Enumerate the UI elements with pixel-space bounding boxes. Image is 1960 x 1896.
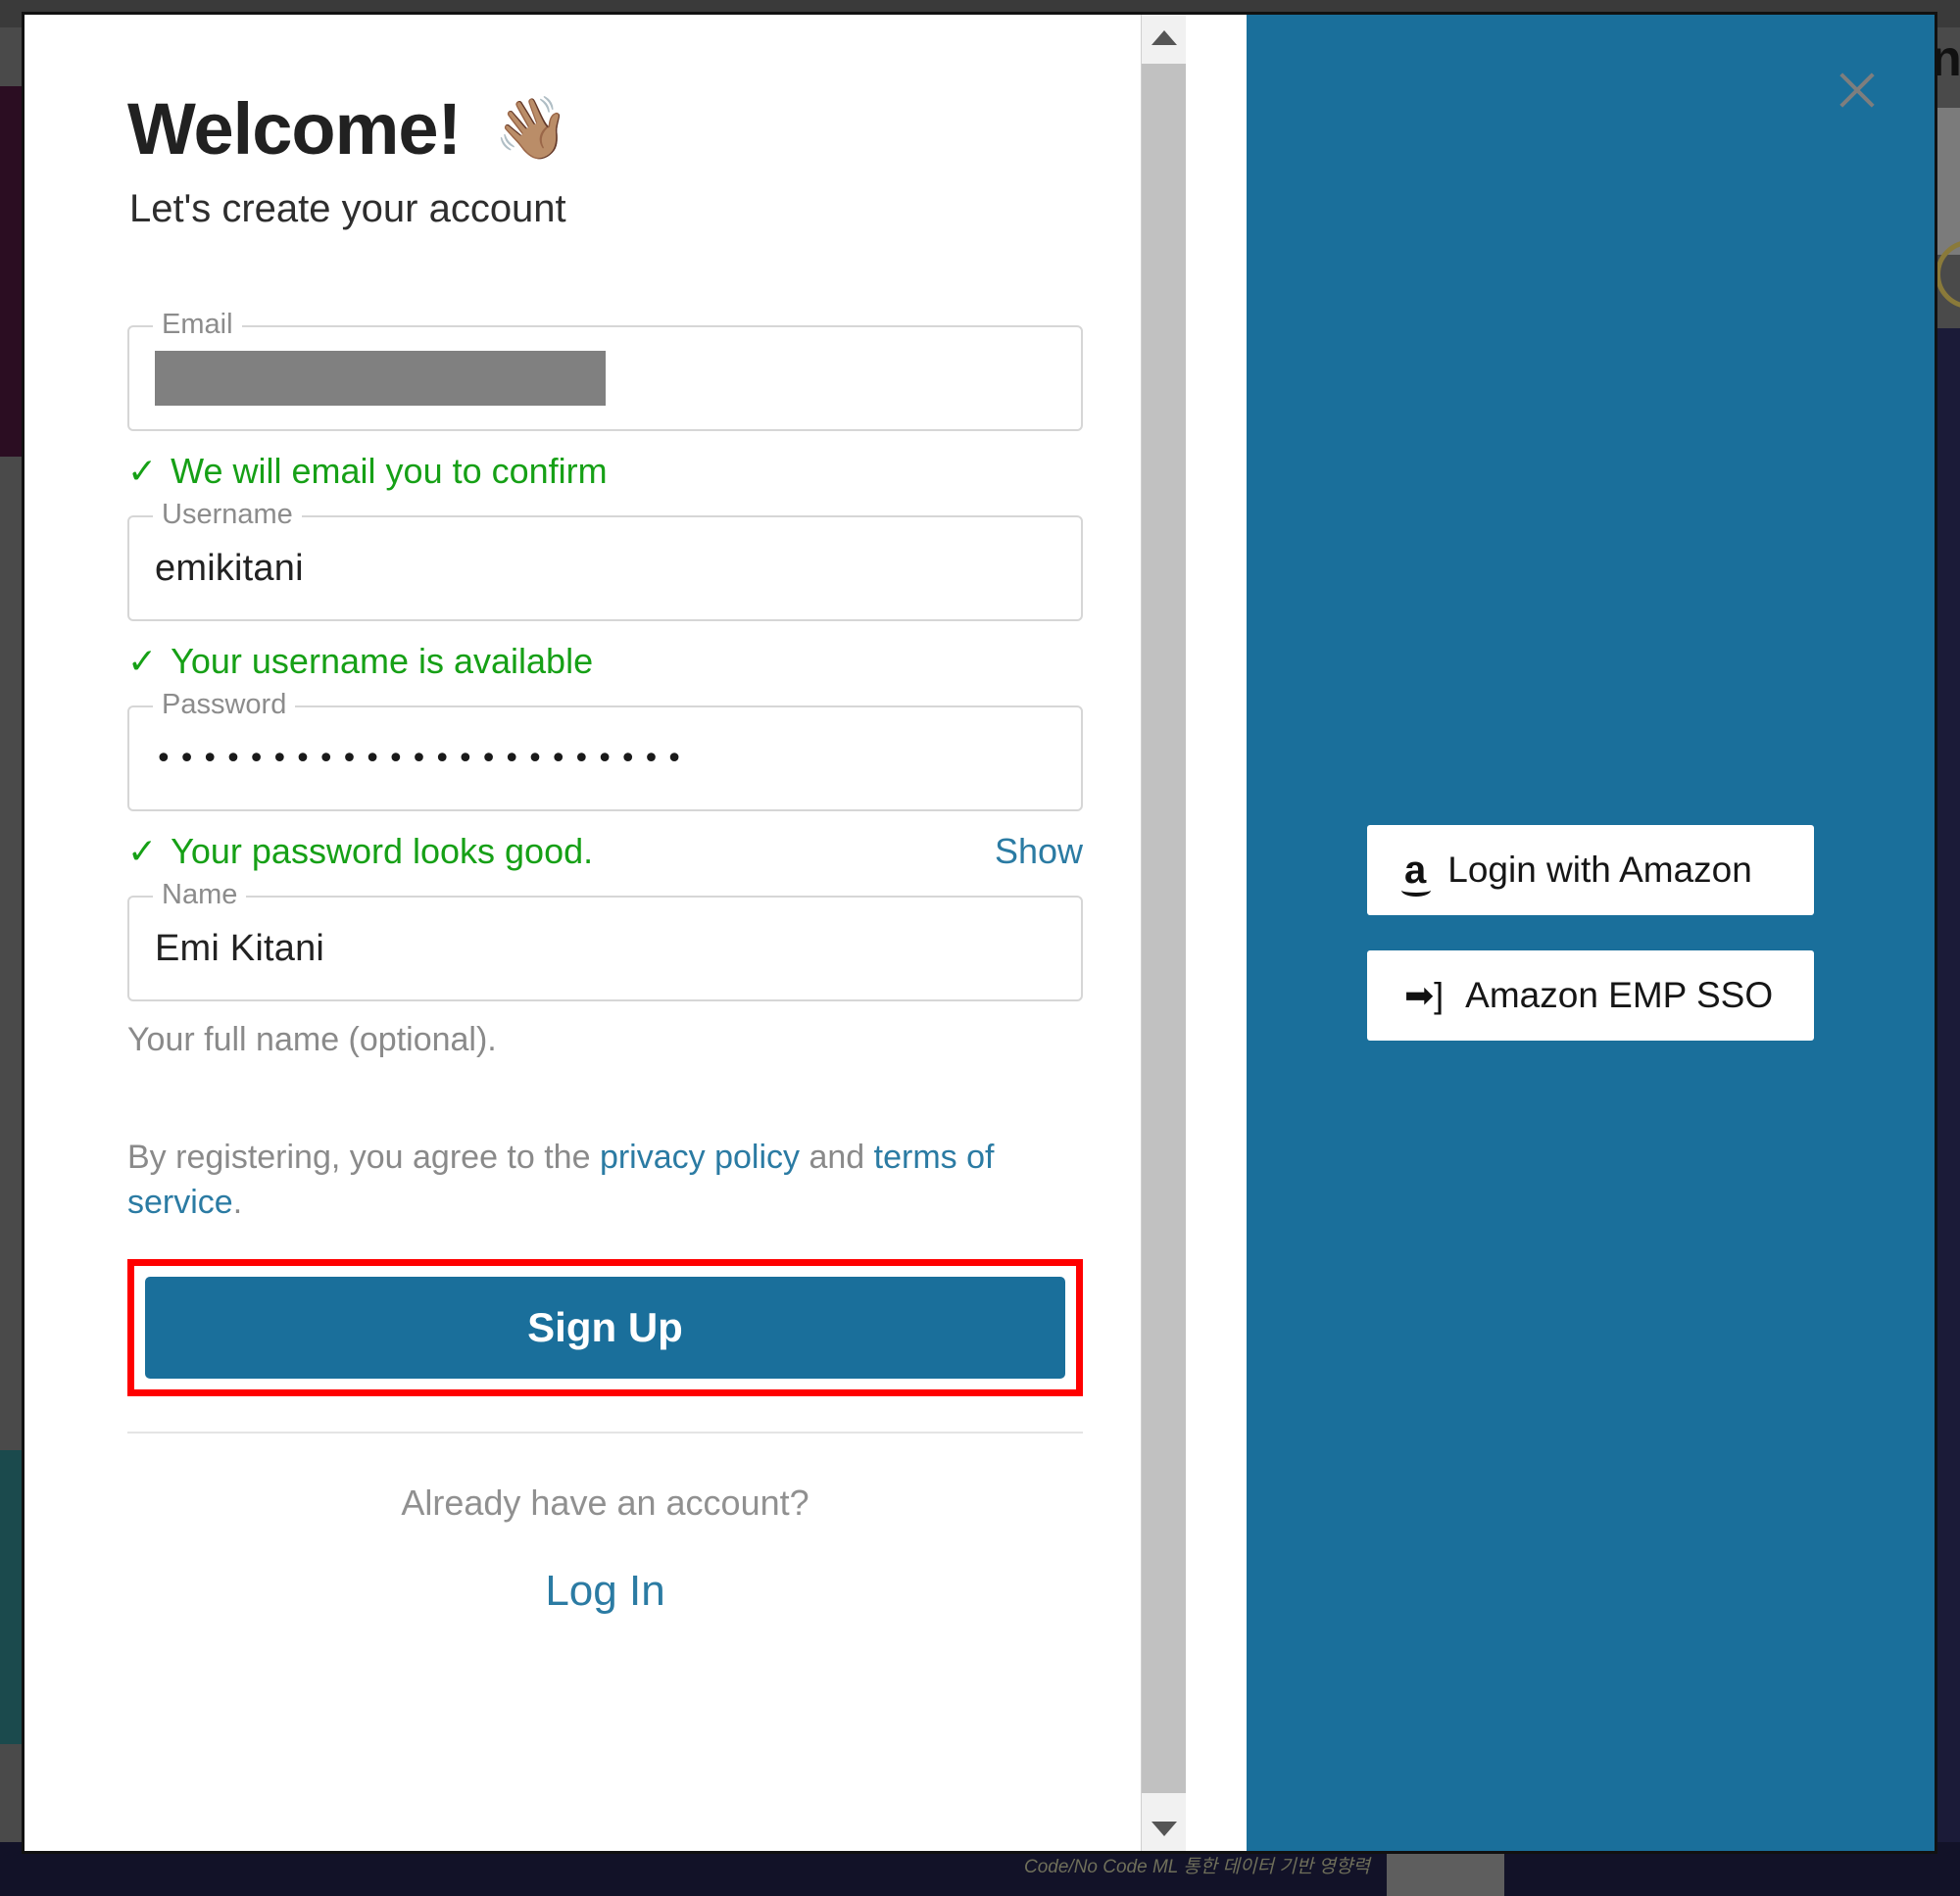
login-link[interactable]: Log In [24, 1567, 1186, 1616]
signup-button-highlight: Sign Up [127, 1258, 1083, 1396]
username-input[interactable]: Username emikitani [127, 501, 1083, 621]
password-hint-text: Your password looks good. [171, 831, 594, 871]
amazon-a-icon: a [1400, 849, 1432, 897]
scroll-down-arrow[interactable] [1142, 1806, 1186, 1851]
page-title: Welcome! [127, 88, 462, 170]
triangle-up-icon [1152, 29, 1177, 45]
name-value: Emi Kitani [155, 927, 325, 969]
email-success-hint: ✓ We will email you to confirm [127, 451, 608, 492]
check-icon: ✓ [127, 451, 158, 491]
panel-white-gutter [1186, 15, 1247, 1851]
legal-text: By registering, you agree to the privacy… [24, 1136, 1186, 1226]
legal-suffix: . [232, 1183, 243, 1221]
amazon-emp-sso-label: Amazon EMP SSO [1465, 975, 1774, 1015]
email-redaction-overlay [155, 351, 606, 406]
username-hint-text: Your username is available [171, 641, 594, 681]
password-field-group: Password ••••••••••••••••••••••• [127, 691, 1083, 811]
password-label: Password [153, 691, 296, 719]
show-password-toggle[interactable]: Show [995, 831, 1083, 872]
name-hint-text: Your full name (optional). [127, 1021, 497, 1058]
signup-button[interactable]: Sign Up [145, 1276, 1065, 1379]
sso-side-panel: a Login with Amazon ➡] Amazon EMP SSO [1186, 15, 1935, 1851]
sso-button-list: a Login with Amazon ➡] Amazon EMP SSO [1367, 825, 1814, 1041]
password-input[interactable]: Password ••••••••••••••••••••••• [127, 691, 1083, 811]
background-caption: Code/No Code ML 통한 데이터 기반 영향력 [1024, 1857, 1370, 1877]
email-field-group: Email [127, 311, 1083, 431]
already-have-account-text: Already have an account? [401, 1482, 809, 1523]
check-icon: ✓ [127, 831, 158, 871]
form-fields: Email ✓ We will email you to confirm Use… [24, 311, 1186, 1059]
email-hint-row: ✓ We will email you to confirm [127, 451, 1083, 492]
email-input[interactable]: Email [127, 311, 1083, 431]
username-hint-row: ✓ Your username is available [127, 641, 1083, 682]
modal-header: Welcome! 👋🏽 [24, 93, 1186, 166]
modal-subtitle: Let's create your account [129, 187, 566, 230]
amazon-emp-sso-button[interactable]: ➡] Amazon EMP SSO [1367, 950, 1814, 1041]
form-scrollbar[interactable] [1141, 15, 1186, 1851]
check-icon: ✓ [127, 641, 158, 681]
name-label: Name [153, 881, 247, 909]
privacy-policy-link[interactable]: privacy policy [600, 1139, 800, 1176]
username-success-hint: ✓ Your username is available [127, 641, 593, 682]
waving-hand-icon: 👋🏽 [494, 95, 570, 163]
legal-prefix: By registering, you agree to the [127, 1139, 600, 1176]
scrollbar-thumb[interactable] [1142, 64, 1186, 1793]
email-label: Email [153, 311, 242, 339]
username-label: Username [153, 501, 302, 529]
sso-arrow-icon: ➡] [1404, 975, 1445, 1015]
legal-middle: and [800, 1139, 874, 1176]
scroll-up-arrow[interactable] [1142, 15, 1186, 60]
username-field-group: Username emikitani [127, 501, 1083, 621]
login-with-amazon-button[interactable]: a Login with Amazon [1367, 825, 1814, 915]
name-field-group: Name Emi Kitani [127, 881, 1083, 1001]
triangle-down-icon [1152, 1821, 1177, 1836]
login-with-amazon-label: Login with Amazon [1447, 850, 1752, 890]
password-success-hint: ✓ Your password looks good. [127, 831, 593, 872]
section-divider [127, 1431, 1083, 1434]
username-value: emikitani [155, 547, 304, 589]
email-hint-text: We will email you to confirm [171, 451, 608, 491]
signup-modal: Welcome! 👋🏽 Let's create your account Em… [22, 12, 1937, 1854]
name-input[interactable]: Name Emi Kitani [127, 881, 1083, 1001]
signup-form-pane: Welcome! 👋🏽 Let's create your account Em… [24, 15, 1186, 1851]
password-value: ••••••••••••••••••••••• [155, 741, 689, 776]
close-icon[interactable] [1827, 62, 1884, 119]
password-hint-row: ✓ Your password looks good. Show [127, 831, 1083, 872]
